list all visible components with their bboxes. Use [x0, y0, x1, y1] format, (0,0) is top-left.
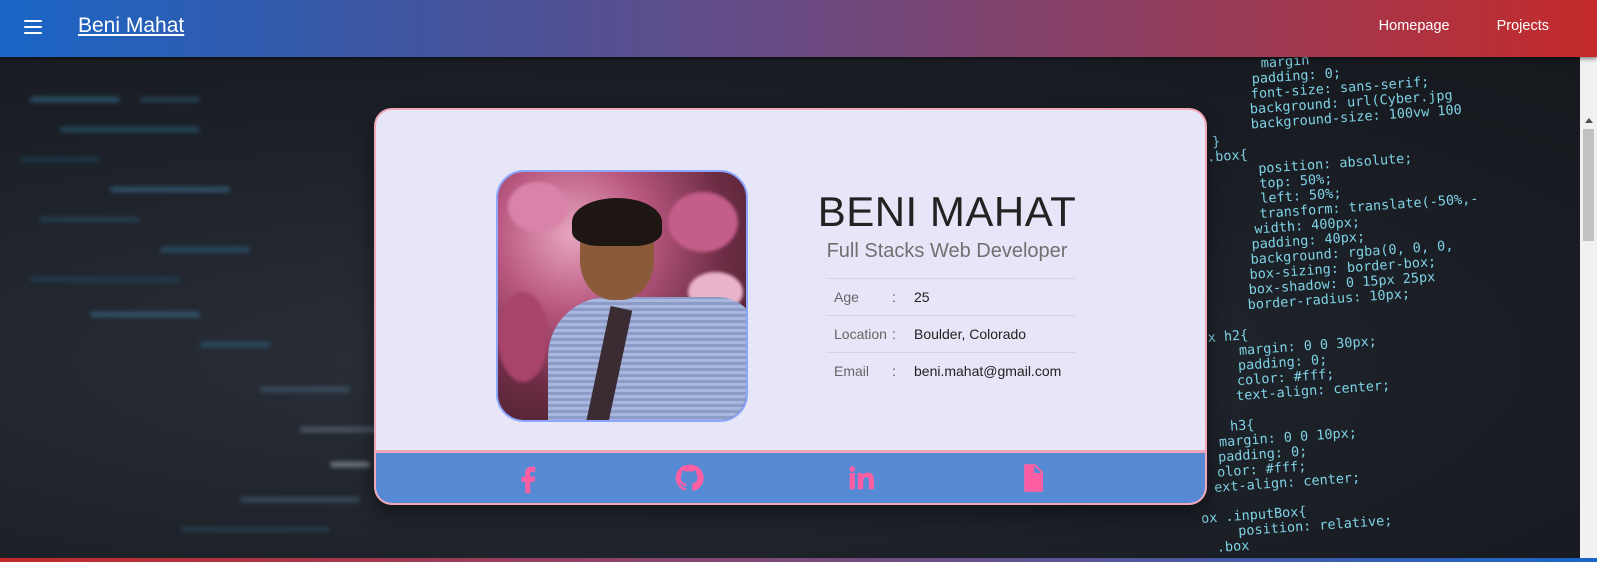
profile-photo [496, 170, 748, 422]
top-app-bar: Beni Mahat Homepage Projects [0, 0, 1597, 57]
detail-separator: : [892, 363, 896, 379]
blurred-code-decoration [0, 57, 420, 562]
detail-separator: : [892, 326, 896, 342]
linkedin-icon[interactable] [846, 463, 876, 493]
scroll-up-arrow-icon[interactable] [1585, 118, 1593, 123]
brand-link[interactable]: Beni Mahat [78, 14, 184, 38]
scrollbar[interactable] [1580, 57, 1597, 562]
detail-row-email: Email : beni.mahat@gmail.com [826, 352, 1076, 389]
detail-value: beni.mahat@gmail.com [914, 363, 1062, 379]
detail-label: Location [834, 326, 887, 342]
detail-value: 25 [914, 289, 930, 305]
detail-label: Age [834, 289, 859, 305]
profile-details: Age : 25 Location : Boulder, Colorado Em… [826, 278, 1076, 389]
github-icon[interactable] [674, 463, 704, 493]
detail-row-age: Age : 25 [826, 278, 1076, 315]
scrollbar-thumb[interactable] [1583, 129, 1594, 241]
code-snippet-decoration: margin padding: 0; font-size: sans-serif; b… [1170, 57, 1597, 561]
top-nav: Homepage Projects [1379, 18, 1549, 34]
bottom-gradient-strip [0, 558, 1597, 562]
nav-homepage[interactable]: Homepage [1379, 18, 1450, 34]
profile-card: BENI MAHAT Full Stacks Web Developer Age… [374, 108, 1207, 505]
facebook-icon[interactable] [514, 463, 544, 493]
detail-label: Email [834, 363, 870, 379]
document-icon[interactable] [1018, 463, 1048, 493]
detail-value: Boulder, Colorado [914, 326, 1027, 342]
profile-name: BENI MAHAT [817, 188, 1077, 235]
hamburger-menu-icon[interactable] [22, 16, 46, 38]
detail-separator: : [892, 289, 896, 305]
nav-projects[interactable]: Projects [1497, 18, 1549, 34]
social-links-bar [376, 450, 1205, 503]
profile-role: Full Stacks Web Developer [826, 240, 1068, 262]
detail-row-location: Location : Boulder, Colorado [826, 315, 1076, 352]
code-line: 35 .box [1183, 537, 1250, 559]
